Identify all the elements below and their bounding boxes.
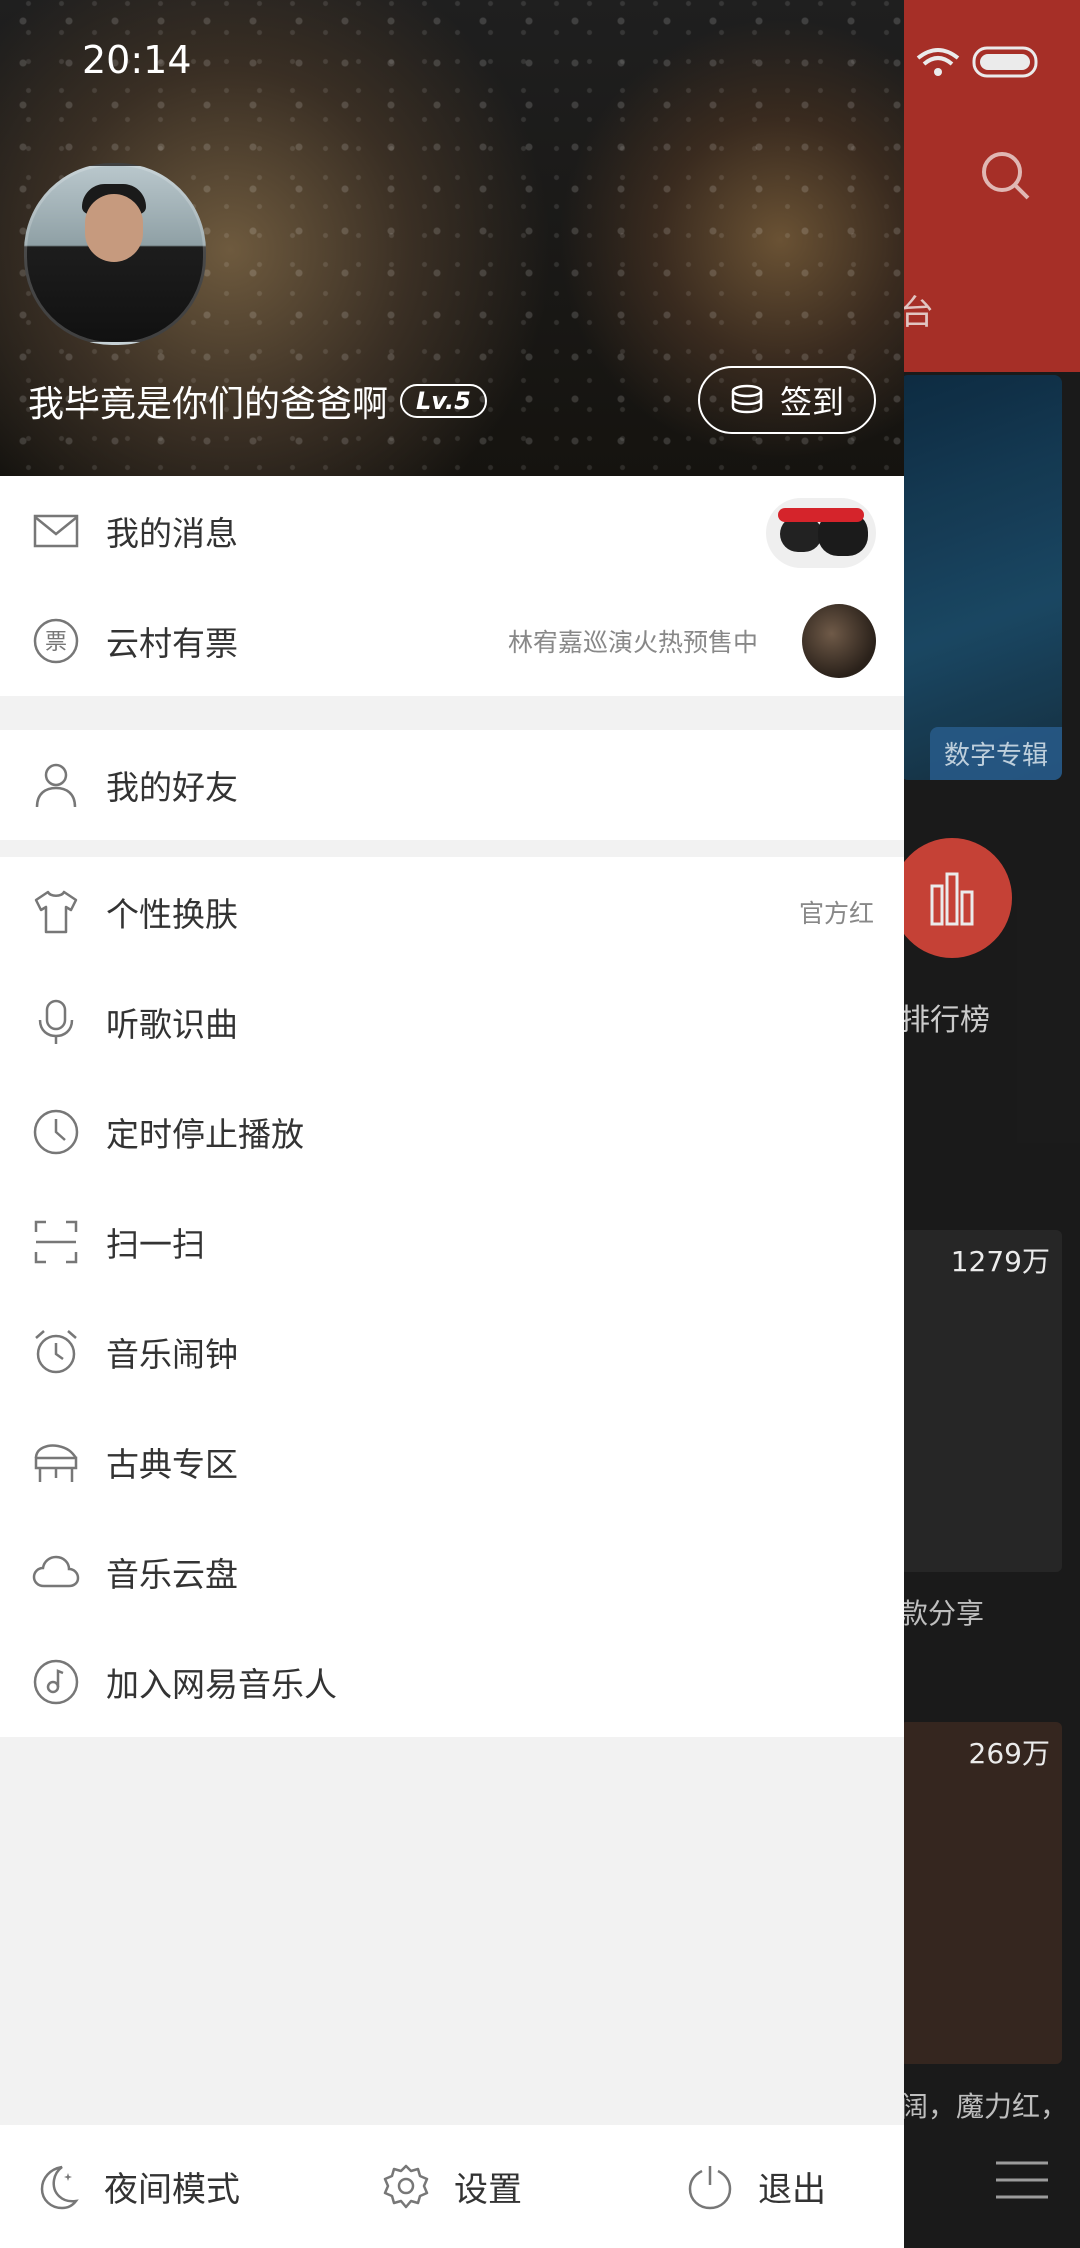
menu-item-timer[interactable]: 定时停止播放 [0,1077,904,1187]
status-time: 20:14 [82,38,192,82]
clock-icon [33,1109,79,1155]
menu-item-classical[interactable]: 古典专区 [0,1407,904,1517]
cloud-icon [32,1555,80,1588]
mail-icon [33,514,79,548]
menu-item-skin[interactable]: 个性换肤 官方红 [0,857,904,967]
moon-icon [40,2165,79,2209]
mic-icon [38,999,74,1044]
gear-icon [383,2164,429,2208]
menu-item-musician[interactable]: 加入网易音乐人 [0,1627,904,1737]
drawer-bottom-bar: 夜间模式 设置 退出 [0,2125,904,2248]
menu-group-1: 我的消息 票 云村有票 林宥嘉巡演火热预售中 [0,476,904,696]
navigation-drawer: 20:14 我毕竟是你们的爸爸啊 Lv.5 签到 我的消息 票 云村有票 林宥嘉… [0,0,904,2248]
username: 我毕竟是你们的爸爸啊 [28,384,389,425]
logout-button[interactable]: 退出 [686,2125,826,2248]
scan-icon [34,1220,78,1264]
settings-button[interactable]: 设置 [382,2125,522,2248]
message-thumbnail [766,498,876,568]
menu-item-tickets[interactable]: 票 云村有票 林宥嘉巡演火热预售中 [0,586,904,696]
ticket-icon: 票 [33,618,79,664]
person-icon [35,763,77,808]
skin-value: 官方红 [798,899,874,928]
coins-icon [731,384,763,414]
piano-icon [34,1444,78,1482]
menu-item-recognize[interactable]: 听歌识曲 [0,967,904,1077]
menu-item-alarm[interactable]: 音乐闹钟 [0,1297,904,1407]
drawer-header: 20:14 我毕竟是你们的爸爸啊 Lv.5 签到 [0,0,904,476]
night-mode-button[interactable]: 夜间模式 [32,2125,240,2248]
avatar[interactable] [24,163,206,345]
power-icon [688,2165,732,2209]
menu-item-friends[interactable]: 我的好友 [0,730,904,840]
tshirt-icon [34,890,78,934]
alarm-icon [35,1330,77,1374]
checkin-button[interactable]: 签到 [698,366,876,434]
profile-row[interactable]: 我毕竟是你们的爸爸啊 Lv.5 [28,375,487,427]
menu-item-messages[interactable]: 我的消息 [0,476,904,586]
menu-group-3: 个性换肤 官方红 听歌识曲 定时停止播放 扫一扫 音乐闹钟 古典专区 音乐云盘 … [0,857,904,1737]
checkin-label: 签到 [779,383,844,421]
level-badge: Lv.5 [400,384,487,418]
music-disc-icon [33,1659,79,1705]
ticket-thumbnail [802,604,876,678]
ticket-promo: 林宥嘉巡演火热预售中 [507,628,758,657]
svg-text:票: 票 [45,630,67,655]
menu-item-scan[interactable]: 扫一扫 [0,1187,904,1297]
menu-item-cloud[interactable]: 音乐云盘 [0,1517,904,1627]
menu-group-2: 我的好友 [0,730,904,840]
